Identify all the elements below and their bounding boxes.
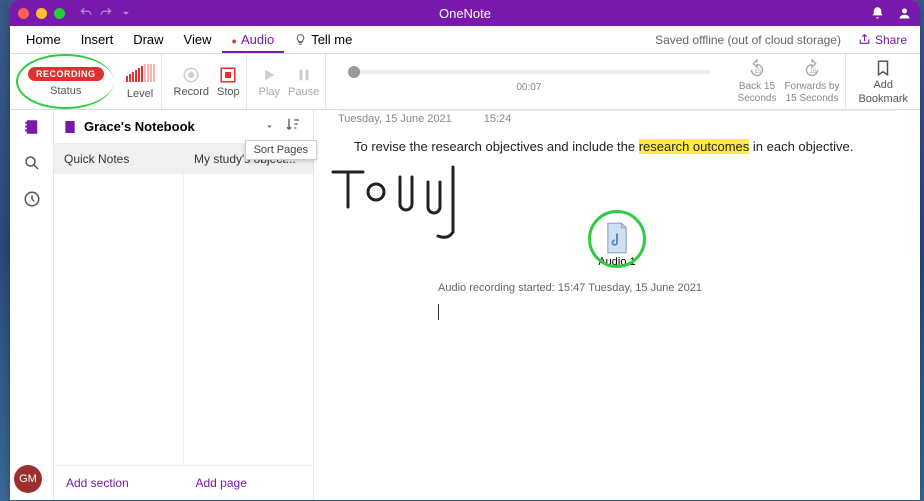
play-icon: [260, 66, 278, 84]
add-section-button[interactable]: Add section: [54, 466, 184, 500]
skip-back-icon: 15: [746, 59, 768, 81]
sidebar: Grace's Notebook Sort Pages Quick Notes …: [54, 110, 314, 500]
recording-status-group: RECORDING Status: [16, 54, 114, 109]
bookmark-group: AddBookmark: [852, 54, 914, 109]
maximize-window[interactable]: [54, 8, 65, 19]
recording-note: Audio recording started: 15:47 Tuesday, …: [438, 282, 896, 294]
pause-icon: [295, 66, 313, 84]
tab-view[interactable]: View: [174, 28, 222, 51]
add-bookmark-button[interactable]: AddBookmark: [858, 59, 908, 105]
audio-attachment[interactable]: Audio 1: [577, 222, 657, 268]
bookmark-icon: [874, 59, 892, 77]
share-button[interactable]: Share: [851, 30, 914, 50]
dropdown-icon[interactable]: [119, 6, 133, 20]
lightbulb-icon: [294, 33, 307, 46]
sort-icon: [285, 116, 301, 132]
play-button[interactable]: Play: [259, 66, 280, 98]
status-label: Status: [50, 85, 81, 97]
text-cursor: [438, 304, 439, 320]
forward-15-button[interactable]: 15 Forwards by15 Seconds: [784, 59, 839, 105]
titlebar: OneNote: [10, 0, 920, 26]
menu-bar: Home Insert Draw View Audio Tell me Save…: [10, 26, 920, 54]
notification-icon[interactable]: [870, 6, 885, 21]
page-time: 15:24: [484, 113, 512, 125]
tab-audio[interactable]: Audio: [222, 28, 285, 53]
svg-text:15: 15: [754, 67, 762, 74]
level-group: Level: [120, 54, 162, 109]
notebooks-icon[interactable]: [23, 118, 41, 136]
pages-list: My study's object...: [184, 144, 313, 465]
notebook-name[interactable]: Grace's Notebook: [84, 119, 258, 134]
page-date: Tuesday, 15 June 2021: [338, 113, 452, 125]
stop-button[interactable]: Stop: [217, 66, 240, 98]
progress-time: 00:07: [516, 82, 541, 93]
close-window[interactable]: [18, 8, 29, 19]
undo-icon[interactable]: [79, 6, 93, 20]
left-rail: [10, 110, 54, 500]
account-icon[interactable]: [897, 6, 912, 21]
progress-group: 00:07: [332, 70, 725, 93]
page-canvas[interactable]: Tuesday, 15 June 2021 15:24 To revise th…: [314, 110, 920, 500]
highlight-circle: [588, 210, 646, 268]
highlighted-text: research outcomes: [639, 139, 750, 154]
pause-button[interactable]: Pause: [288, 66, 319, 98]
app-title: OneNote: [439, 6, 491, 21]
play-pause-group: Play Pause: [253, 54, 327, 109]
stop-icon: [219, 66, 237, 84]
skip-forward-icon: 15: [801, 59, 823, 81]
tab-draw[interactable]: Draw: [123, 28, 173, 51]
record-stop-group: Record Stop: [168, 54, 247, 109]
level-meter-icon: [126, 64, 155, 82]
progress-slider[interactable]: [348, 70, 709, 74]
notebook-icon: [62, 119, 78, 135]
record-button[interactable]: Record: [174, 66, 209, 98]
recent-icon[interactable]: [23, 190, 41, 208]
sort-pages-button[interactable]: [281, 112, 305, 141]
sort-tooltip: Sort Pages: [245, 140, 317, 160]
ribbon: RECORDING Status Level Record Stop: [10, 54, 920, 110]
tab-home[interactable]: Home: [16, 28, 71, 51]
user-avatar[interactable]: GM: [14, 465, 42, 493]
chevron-down-icon[interactable]: [264, 121, 275, 132]
skip-group: 15 Back 15Seconds 15 Forwards by15 Secon…: [732, 54, 847, 109]
tab-tellme[interactable]: Tell me: [284, 28, 362, 51]
redo-icon[interactable]: [99, 6, 113, 20]
search-icon[interactable]: [23, 154, 41, 172]
back-15-button[interactable]: 15 Back 15Seconds: [738, 59, 777, 105]
share-icon: [858, 33, 871, 46]
save-status: Saved offline (out of cloud storage): [655, 33, 841, 47]
add-page-button[interactable]: Add page: [184, 466, 314, 500]
page-text[interactable]: To revise the research objectives and in…: [354, 139, 880, 154]
record-icon: [182, 66, 200, 84]
sections-list: Quick Notes: [54, 144, 184, 465]
tab-insert[interactable]: Insert: [71, 28, 124, 51]
section-item[interactable]: Quick Notes: [54, 144, 183, 174]
recording-badge: RECORDING: [28, 67, 104, 81]
svg-text:15: 15: [809, 67, 817, 74]
minimize-window[interactable]: [36, 8, 47, 19]
